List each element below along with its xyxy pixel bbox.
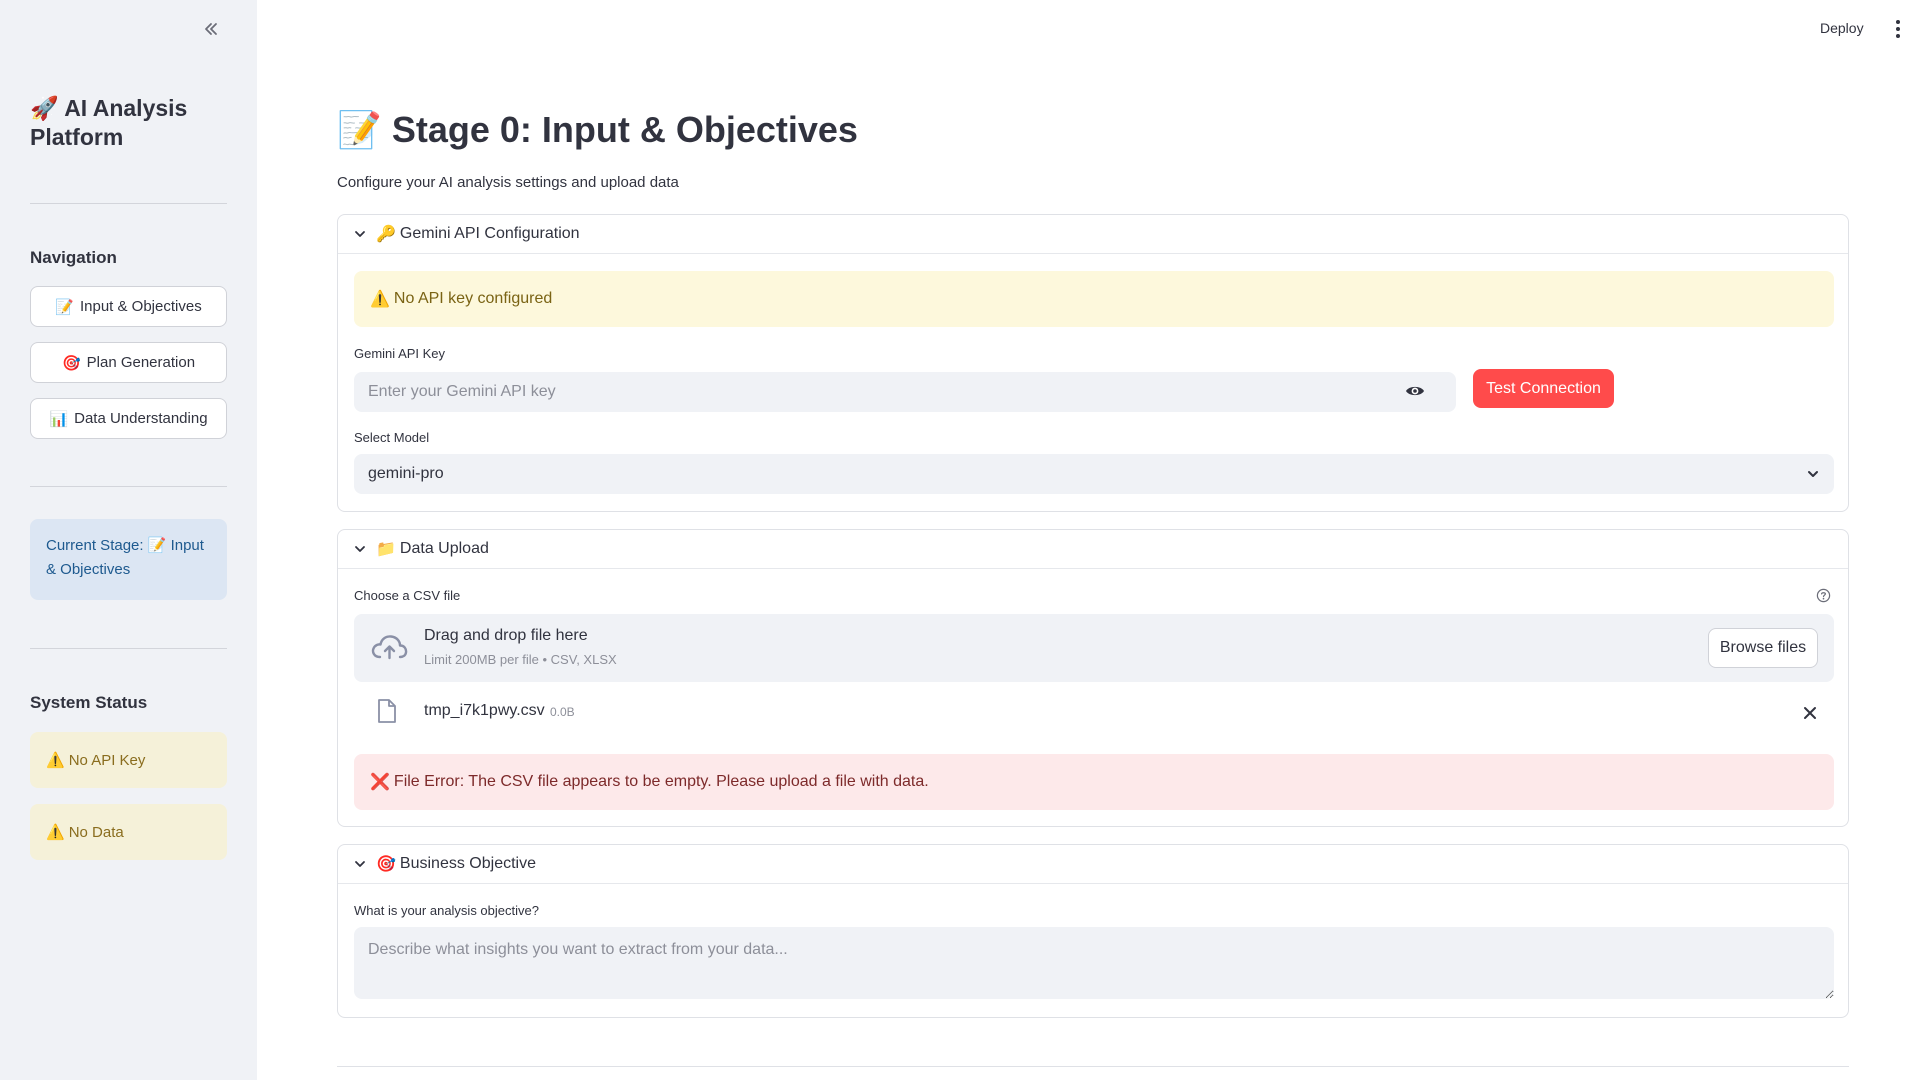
folder-icon: 📁 <box>376 541 396 558</box>
system-status-heading: System Status <box>30 693 148 712</box>
sidebar-divider <box>30 203 227 204</box>
sidebar-divider <box>30 486 227 487</box>
sidebar: 🚀 AI Analysis Platform Navigation 📝 Inpu… <box>0 0 257 1080</box>
double-chevron-left-icon <box>205 23 217 35</box>
dropzone-title: Drag and drop file here <box>424 627 588 644</box>
business-objective-expander-header[interactable]: 🎯 Business Objective <box>338 845 1848 884</box>
cloud-upload-icon <box>370 632 408 667</box>
page-title-text: Stage 0: Input & Objectives <box>391 109 858 150</box>
api-config-expander: 🔑 Gemini API Configuration ⚠️ No API key… <box>337 214 1849 512</box>
business-objective-title: Business Objective <box>399 855 536 872</box>
uploaded-file-row: tmp_i7k1pwy.csv 0.0B <box>354 690 1834 734</box>
page-subtitle: Configure your AI analysis settings and … <box>337 174 679 191</box>
model-label: Select Model <box>354 430 430 445</box>
nav-button-input-objectives[interactable]: 📝 Input & Objectives <box>30 286 227 327</box>
current-stage-info: Current Stage: 📝 Input & Objectives <box>30 519 227 600</box>
dropzone-limit: Limit 200MB per file • CSV, XLSX <box>424 652 617 667</box>
browse-files-button[interactable]: Browse files <box>1708 628 1818 668</box>
warning-icon: ⚠️ <box>370 291 390 308</box>
api-key-input[interactable] <box>354 372 1456 412</box>
business-objective-expander: 🎯 Business Objective What is your analys… <box>337 844 1849 1018</box>
kebab-menu-icon[interactable] <box>1892 20 1904 38</box>
nav-button-data-understanding[interactable]: 📊 Data Understanding <box>30 398 227 439</box>
api-key-warning: ⚠️ No API key configured <box>354 271 1834 327</box>
warning-icon: ⚠️ <box>46 824 65 841</box>
chevron-down-icon <box>354 228 366 240</box>
memo-icon: 📝 <box>55 298 74 316</box>
data-upload-expander-header[interactable]: 📁 Data Upload <box>338 530 1848 569</box>
remove-file-button[interactable] <box>1799 702 1821 724</box>
status-no-api-key: ⚠️ No API Key <box>30 732 227 788</box>
app-title: 🚀 AI Analysis Platform <box>30 94 230 152</box>
memo-icon: 📝 <box>337 109 382 150</box>
target-icon: 🎯 <box>61 354 81 372</box>
api-key-label: Gemini API Key <box>354 346 446 361</box>
chevron-down-icon <box>1808 471 1818 477</box>
warning-icon: ⚠️ <box>46 752 65 769</box>
show-password-button[interactable] <box>1400 376 1430 406</box>
test-connection-button[interactable]: Test Connection <box>1473 369 1614 408</box>
status-no-data: ⚠️ No Data <box>30 804 227 860</box>
nav-button-label: Input & Objectives <box>79 298 202 315</box>
api-config-expander-header[interactable]: 🔑 Gemini API Configuration <box>338 215 1848 254</box>
nav-button-plan-generation[interactable]: 🎯 Plan Generation <box>30 342 227 383</box>
current-stage-label: Current Stage: <box>46 537 144 554</box>
target-icon: 🎯 <box>376 856 396 873</box>
data-upload-expander: 📁 Data Upload Choose a CSV file Drag and… <box>337 529 1849 827</box>
status-label: No Data <box>68 823 124 841</box>
chevron-down-icon <box>354 858 366 870</box>
model-select[interactable]: gemini-pro <box>354 454 1834 494</box>
help-circle-icon[interactable] <box>1816 588 1831 608</box>
navigation-heading: Navigation <box>30 248 117 267</box>
objective-textarea[interactable] <box>354 927 1834 999</box>
sidebar-divider <box>30 648 227 649</box>
eye-icon <box>1406 386 1424 396</box>
error-icon: ❌ <box>370 774 390 791</box>
model-select-value: gemini-pro <box>368 465 444 482</box>
bar-chart-icon: 📊 <box>49 410 69 428</box>
uploaded-file-size: 0.0B <box>550 705 575 719</box>
status-label: No API Key <box>68 751 146 769</box>
api-config-title: Gemini API Configuration <box>399 225 580 242</box>
file-error-text: File Error: The CSV file appears to be e… <box>393 773 929 790</box>
bottom-divider <box>337 1066 1849 1067</box>
page-title: 📝 Stage 0: Input & Objectives <box>337 109 858 151</box>
csv-file-label: Choose a CSV file <box>354 588 461 603</box>
rocket-icon: 🚀 <box>30 95 59 121</box>
file-icon <box>376 698 398 729</box>
data-upload-title: Data Upload <box>399 540 489 557</box>
nav-button-label: Plan Generation <box>86 354 196 371</box>
close-icon <box>1804 707 1816 719</box>
warning-text: No API key configured <box>393 290 553 307</box>
chevron-down-icon <box>354 543 366 555</box>
uploaded-file-name: tmp_i7k1pwy.csv <box>424 702 545 719</box>
file-dropzone[interactable]: Drag and drop file here Limit 200MB per … <box>354 614 1834 682</box>
file-error-alert: ❌ File Error: The CSV file appears to be… <box>354 754 1834 810</box>
collapse-sidebar-button[interactable] <box>198 16 224 42</box>
deploy-button[interactable]: Deploy <box>1820 20 1864 36</box>
key-icon: 🔑 <box>376 226 396 243</box>
nav-button-label: Data Understanding <box>74 410 208 427</box>
objective-question-label: What is your analysis objective? <box>354 903 539 918</box>
